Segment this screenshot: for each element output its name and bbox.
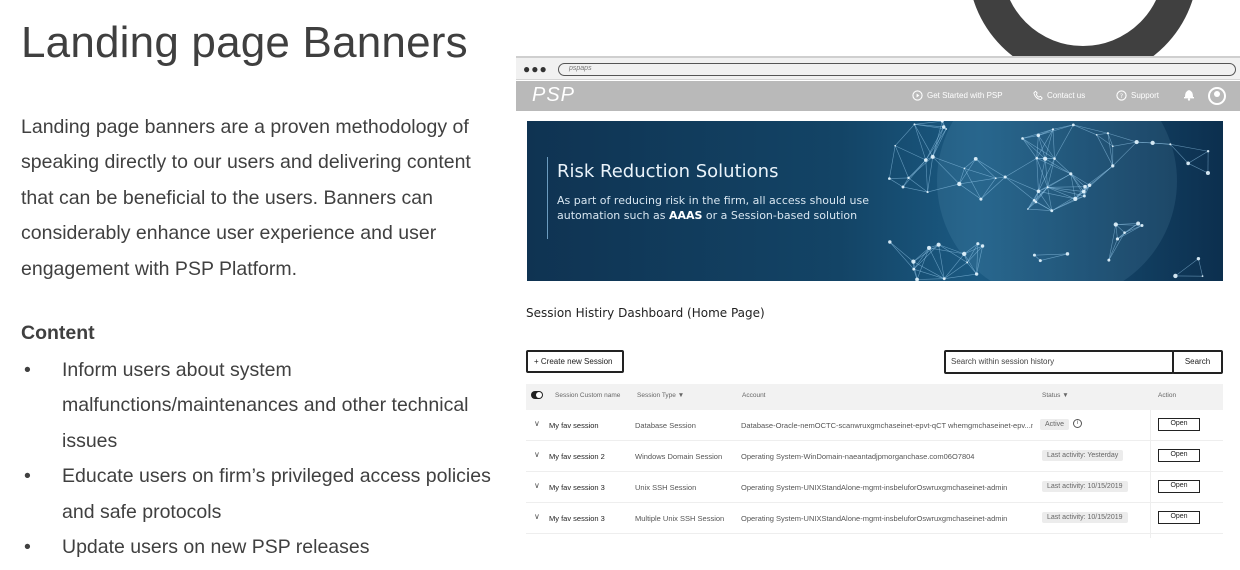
nav-label: Contact us	[1047, 91, 1086, 100]
banner-accent-line	[547, 157, 548, 239]
session-account: Database-Oracle-nemOCTC-scanwruxgmchasei…	[741, 421, 1033, 430]
bullet-dot: •	[24, 536, 31, 559]
ui-mockup: ●●● pspaps PSP Get Started with PSP Cont…	[516, 56, 1240, 570]
table-row[interactable]: ∨ My fav session Database Session Databa…	[526, 410, 1223, 441]
nav-label: Get Started with PSP	[927, 91, 1003, 100]
chevron-down-icon[interactable]: ∨	[534, 512, 540, 521]
content-heading: Content	[21, 322, 95, 344]
slide-description: Landing page banners are a proven method…	[21, 116, 471, 280]
help-circle-icon: ?	[1116, 90, 1127, 101]
col-account: Account	[742, 392, 766, 399]
col-name: Session Custom name	[555, 392, 621, 399]
browser-bar: ●●● pspaps	[516, 56, 1240, 80]
session-type: Database Session	[635, 421, 696, 430]
nav-support[interactable]: ? Support	[1116, 90, 1159, 101]
session-name: My fav session 3	[549, 514, 605, 523]
app-header: PSP Get Started with PSP Contact us ? Su…	[516, 81, 1240, 111]
chevron-down-icon[interactable]: ∨	[534, 481, 540, 490]
status-badge: Last activity: Yesterday	[1042, 450, 1124, 461]
table-header: Session Custom name Session Type ▼ Accou…	[526, 384, 1223, 410]
create-session-button[interactable]: + Create new Session	[526, 350, 624, 373]
dashboard-title: Session Histiry Dashboard (Home Page)	[526, 306, 765, 320]
session-account: Operating System-WinDomain-naeantadjpmor…	[741, 452, 975, 461]
col-status[interactable]: Status ▼	[1042, 392, 1069, 399]
bullet-item: • Update users on new PSP releases	[21, 530, 511, 565]
open-button[interactable]: Open	[1158, 418, 1200, 431]
bullet-text: Educate users on firm’s privileged acces…	[62, 465, 491, 523]
bullet-dot: •	[24, 359, 31, 381]
col-type[interactable]: Session Type ▼	[637, 392, 684, 399]
status-badge: Last activity: 10/15/2019	[1042, 481, 1128, 492]
slide-title: Landing page Banners	[21, 18, 468, 67]
status-badge: Last activity: 10/15/2019	[1042, 512, 1128, 523]
content-bullet-list: • Inform users about system malfunctions/…	[21, 353, 511, 565]
hero-banner[interactable]: Risk Reduction Solutions As part of redu…	[527, 121, 1223, 281]
col-action: Action	[1158, 392, 1177, 399]
psp-logo[interactable]: PSP	[532, 84, 575, 107]
phone-icon	[1033, 90, 1043, 101]
toggle-switch[interactable]	[531, 391, 543, 399]
open-button[interactable]: Open	[1158, 480, 1200, 493]
table-row[interactable]: ∨ My fav session 2 Windows Domain Sessio…	[526, 441, 1223, 472]
info-icon[interactable]: i	[1073, 419, 1082, 428]
session-account: Operating System-UNIXStandAlone-mgmt-ins…	[741, 514, 1008, 523]
user-avatar-icon[interactable]	[1208, 87, 1226, 105]
open-button[interactable]: Open	[1158, 449, 1200, 462]
bullet-text: Update users on new PSP releases	[62, 536, 370, 559]
banner-text: As part of reducing risk in the firm, al…	[557, 194, 870, 222]
banner-title: Risk Reduction Solutions	[557, 161, 779, 182]
nav-label: Support	[1131, 91, 1160, 100]
session-name: My fav session	[549, 421, 599, 430]
chevron-down-icon[interactable]: ∨	[534, 450, 540, 459]
table-row[interactable]: ∨ My fav session 3 Multiple Unix SSH Ses…	[526, 503, 1223, 534]
open-button[interactable]: Open	[1158, 511, 1200, 524]
svg-text:?: ?	[1120, 92, 1123, 100]
session-history-table: Session Custom name Session Type ▼ Accou…	[526, 384, 1223, 538]
bullet-dot: •	[24, 465, 31, 488]
search-input[interactable]: Search within session history	[944, 350, 1174, 374]
bullet-text: Inform users about system malfunctions/m…	[62, 359, 469, 452]
url-bar[interactable]: pspaps	[558, 63, 1236, 76]
play-circle-icon	[912, 90, 923, 101]
bullet-item: • Educate users on firm’s privileged acce…	[21, 459, 511, 530]
window-controls-icon[interactable]: ●●●	[523, 62, 548, 76]
status-badge: Active	[1040, 419, 1070, 430]
session-type: Unix SSH Session	[635, 483, 697, 492]
session-type: Multiple Unix SSH Session	[635, 514, 725, 523]
nav-contact-us[interactable]: Contact us	[1033, 90, 1085, 101]
session-name: My fav session 3	[549, 483, 605, 492]
table-row[interactable]: ∨ My fav session 3 Unix SSH Session Oper…	[526, 472, 1223, 503]
search-button[interactable]: Search	[1172, 350, 1223, 374]
filter-icon[interactable]: ▼	[678, 392, 684, 399]
bell-icon[interactable]	[1183, 87, 1195, 101]
nav-get-started[interactable]: Get Started with PSP	[912, 90, 1003, 101]
chevron-down-icon[interactable]: ∨	[534, 419, 540, 428]
network-globe-graphic	[888, 121, 1210, 281]
session-account: Operating System-UNIXStandAlone-mgmt-ins…	[741, 483, 1008, 492]
session-name: My fav session 2	[549, 452, 605, 461]
session-type: Windows Domain Session	[635, 452, 723, 461]
filter-icon[interactable]: ▼	[1062, 392, 1068, 399]
bullet-item: • Inform users about system malfunctions/…	[21, 353, 511, 459]
